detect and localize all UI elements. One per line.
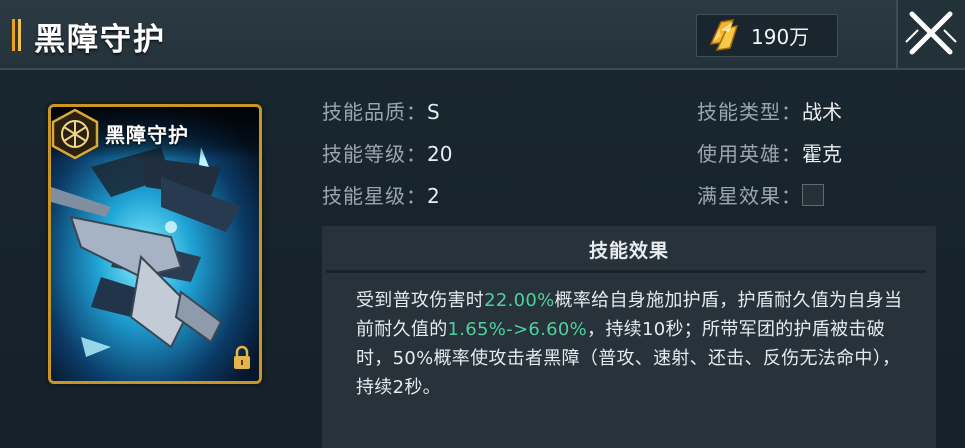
gold-crystal-icon	[703, 14, 743, 57]
skill-effect-box: 技能效果 受到普攻伤害时22.00%概率给自身施加护盾，护盾耐久值为自身当前耐久…	[322, 226, 936, 448]
effect-text-seg1: 受到普攻伤害时	[356, 290, 485, 311]
effect-title: 技能效果	[588, 240, 669, 262]
skill-card: 黑障守护	[48, 104, 262, 384]
fullstar-checkbox[interactable]	[802, 184, 824, 206]
attr-quality: 技能品质：S	[322, 97, 440, 127]
effect-description: 受到普攻伤害时22.00%概率给自身施加护盾，护盾耐久值为自身当前耐久值的1.6…	[356, 286, 916, 402]
attr-type: 技能类型：战术	[697, 97, 842, 127]
header-bar: 黑障守护 190万	[0, 0, 965, 70]
page-title: 黑障守护	[34, 22, 166, 58]
attr-hero-value: 霍克	[802, 142, 842, 166]
lock-icon	[232, 345, 252, 371]
attr-hero: 使用英雄：霍克	[697, 139, 842, 169]
effect-divider	[326, 270, 926, 273]
title-accent-bars	[12, 19, 22, 51]
attr-quality-label: 技能品质：	[322, 100, 427, 124]
attr-level: 技能等级：20	[322, 139, 452, 169]
effect-highlight-chance: 22.00%	[484, 290, 555, 311]
attr-fullstar: 满星效果：	[697, 181, 824, 211]
attr-star-value: 2	[427, 184, 440, 208]
attr-star-label: 技能星级：	[322, 184, 427, 208]
skill-detail-panel: 黑障守护 190万 黑障守护 技能品质：S 技能等级：20 技能星级：2 技能类…	[0, 0, 965, 448]
hexagon-skill-badge-icon	[51, 107, 101, 161]
attr-level-value: 20	[427, 142, 453, 166]
attr-fullstar-label: 满星效果：	[697, 184, 802, 208]
attr-hero-label: 使用英雄：	[697, 142, 802, 166]
close-x-icon	[905, 11, 957, 55]
close-button[interactable]	[896, 0, 965, 68]
attr-star: 技能星级：2	[322, 181, 440, 211]
attr-level-label: 技能等级：	[322, 142, 427, 166]
card-title: 黑障守护	[105, 123, 189, 147]
currency-display: 190万	[696, 14, 838, 57]
effect-highlight-range: 1.65%->6.60%	[447, 319, 588, 340]
attr-type-value: 战术	[802, 100, 842, 124]
attr-quality-value: S	[427, 100, 440, 124]
currency-value: 190万	[751, 25, 810, 49]
attr-type-label: 技能类型：	[697, 100, 802, 124]
